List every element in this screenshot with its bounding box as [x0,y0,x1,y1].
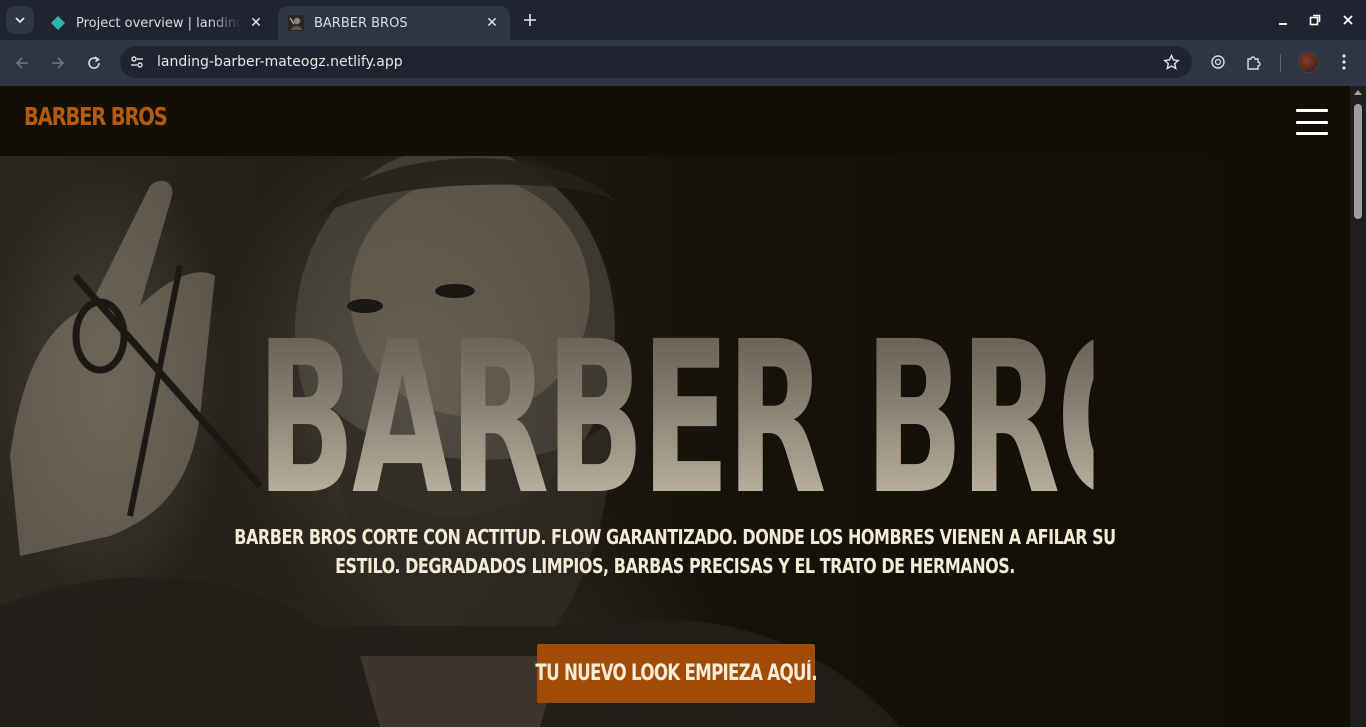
hero-title: BARBER BROS [256,296,1258,541]
browser-tab-strip: Project overview | landing-barber ✕ BARB… [0,0,1366,40]
chevron-down-icon [15,17,25,24]
tab-barber-bros[interactable]: BARBER BROS ✕ [278,6,510,40]
site-info-button[interactable] [122,47,152,77]
hamburger-menu-button[interactable] [1296,109,1328,135]
hero-subtitle: BARBER BROS CORTE CON ACTITUD. FLOW GARA… [110,523,1240,581]
reload-icon [88,56,100,69]
hamburger-line [1296,132,1328,135]
netlify-diamond-icon [51,16,65,30]
barber-photo-icon [288,15,304,31]
more-vertical-icon [1342,54,1346,70]
toolbar-divider [1280,54,1281,72]
close-tab-icon[interactable]: ✕ [248,15,264,31]
site-logo[interactable]: BARBER BROS [24,102,168,131]
restore-icon [1309,14,1321,26]
puzzle-icon [1247,56,1261,70]
openai-icon [1211,55,1225,69]
tune-icon [131,56,143,68]
cta-label: TU NUEVO LOOK EMPIEZA AQUÍ. [535,661,817,686]
hero-subtitle-text: BARBER BROS CORTE CON ACTITUD. FLOW GARA… [234,525,1116,578]
star-icon [1162,53,1180,70]
arrow-left-icon [15,57,28,69]
arrow-right-icon [52,57,65,69]
scrollbar-thumb[interactable] [1354,104,1362,219]
url-text: landing-barber-mateogz.netlify.app [157,54,403,70]
hamburger-line [1296,109,1328,112]
page-viewport: BARBER BROS BARBER BROS BARBER BROS CORT… [0,86,1366,727]
tab-title: Project overview | landing-barber [76,15,242,31]
cta-button[interactable]: TU NUEVO LOOK EMPIEZA AQUÍ. [535,644,817,703]
close-tab-icon[interactable]: ✕ [484,15,500,31]
forward-button[interactable] [43,48,73,78]
chatgpt-extension-button[interactable] [1205,49,1231,75]
reload-button[interactable] [79,48,109,78]
scroll-up-arrow-icon[interactable] [1354,90,1362,95]
browser-menu-button[interactable] [1331,49,1357,75]
back-button[interactable] [7,48,37,78]
restore-button[interactable] [1303,8,1327,32]
tab-title: BARBER BROS [314,15,408,31]
address-bar[interactable]: landing-barber-mateogz.netlify.app [120,46,1192,78]
close-window-button[interactable] [1336,8,1360,32]
site-header: BARBER BROS [0,86,1350,156]
plus-icon [524,14,536,26]
browser-toolbar: landing-barber-mateogz.netlify.app [0,40,1366,86]
close-icon [1343,15,1353,25]
page-scrollbar[interactable] [1350,86,1366,727]
new-tab-button[interactable] [518,8,542,32]
extensions-button[interactable] [1241,49,1267,75]
bookmark-button[interactable] [1156,47,1186,77]
profile-avatar[interactable] [1298,52,1319,73]
minimize-icon [1279,23,1287,25]
hamburger-line [1296,120,1328,124]
tab-project-overview[interactable]: Project overview | landing-barber ✕ [40,6,274,40]
tab-search-dropdown-button[interactable] [6,6,34,34]
minimize-button[interactable] [1271,8,1295,32]
